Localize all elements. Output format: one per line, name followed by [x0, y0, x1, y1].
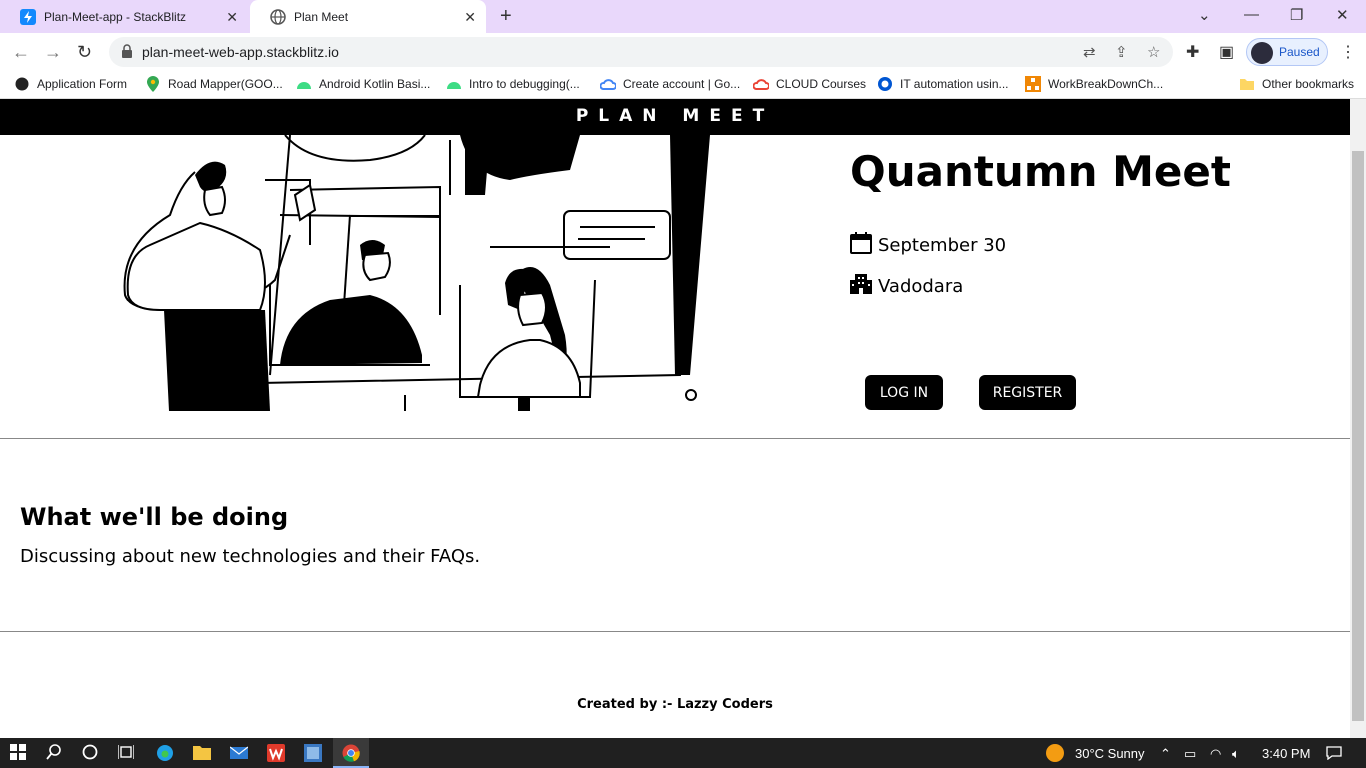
login-button[interactable]: LOG IN: [865, 375, 943, 410]
address-bar[interactable]: plan-meet-web-app.stackblitz.io ⇄ ⇪ ☆: [109, 37, 1173, 67]
globe-icon: [14, 76, 30, 92]
bookmark-folder[interactable]: Other bookmarks: [1239, 76, 1354, 92]
share-icon[interactable]: ⇪: [1115, 43, 1128, 61]
bookmark-item[interactable]: WorkBreakDownCh...: [1025, 76, 1163, 92]
building-icon: [850, 274, 872, 299]
scrollbar-thumb[interactable]: [1352, 151, 1364, 721]
avatar: [1251, 42, 1273, 64]
tab-search-icon[interactable]: ⌄: [1198, 6, 1211, 24]
bookmark-item[interactable]: Create account | Go...: [600, 76, 740, 92]
menu-icon[interactable]: ⋮: [1340, 42, 1356, 62]
search-icon[interactable]: [46, 744, 62, 765]
weather-text[interactable]: 30°C Sunny: [1075, 746, 1145, 761]
section-heading: What we'll be doing: [20, 503, 289, 531]
url-text: plan-meet-web-app.stackblitz.io: [142, 44, 339, 60]
site-header: PLAN MEET: [0, 99, 1350, 135]
profile-button[interactable]: Paused: [1246, 38, 1328, 66]
register-button[interactable]: REGISTER: [979, 375, 1076, 410]
event-date-text: September 30: [878, 235, 1007, 256]
event-location-text: Vadodara: [878, 276, 964, 297]
restore-icon[interactable]: ❐: [1290, 6, 1303, 24]
footer-credit: Created by :- Lazzy Coders: [577, 697, 773, 712]
battery-icon[interactable]: ▭: [1184, 746, 1196, 762]
diagram-icon: [1025, 76, 1041, 92]
translate-icon[interactable]: ⇄: [1083, 43, 1096, 61]
android-icon: [446, 76, 462, 92]
volume-icon[interactable]: 🔈︎: [1232, 746, 1240, 762]
bookmark-item[interactable]: Intro to debugging(...: [446, 76, 580, 92]
event-date: September 30: [850, 232, 1006, 259]
page-content: PLAN MEET Quantumn Meet September 30 Vad…: [0, 99, 1350, 738]
google-cloud-icon: [600, 76, 616, 92]
profile-status: Paused: [1279, 45, 1320, 59]
hero-illustration: [110, 134, 730, 412]
windows-start-icon[interactable]: [10, 744, 26, 765]
task-view-icon[interactable]: [117, 744, 135, 765]
event-title: Quantumn Meet: [850, 147, 1231, 196]
cortana-icon[interactable]: [82, 744, 98, 765]
weather-sun-icon[interactable]: [1045, 743, 1065, 768]
google-cloud-icon: [753, 76, 769, 92]
divider: [0, 438, 1350, 439]
stackblitz-icon: [20, 8, 36, 25]
maps-pin-icon: [145, 76, 161, 92]
edge-icon[interactable]: [156, 744, 174, 767]
tab-title: Plan Meet: [294, 9, 349, 24]
back-icon[interactable]: ←: [12, 42, 30, 63]
wps-office-icon[interactable]: [267, 744, 285, 767]
mail-icon[interactable]: [229, 744, 249, 765]
clock-time[interactable]: 3:40 PM: [1262, 746, 1310, 761]
close-icon[interactable]: ✕: [226, 9, 238, 26]
divider: [0, 631, 1350, 632]
windows-taskbar: 30°C Sunny ⌃ ▭ ◠ 🔈︎ 3:40 PM: [0, 738, 1366, 768]
side-panel-icon[interactable]: ▣: [1219, 42, 1234, 62]
globe-icon: [270, 8, 286, 25]
bookmark-item[interactable]: Application Form: [14, 76, 127, 92]
notifications-icon[interactable]: [1326, 746, 1342, 763]
wifi-icon[interactable]: ◠: [1210, 746, 1221, 762]
tab-stackblitz[interactable]: Plan-Meet-app - StackBlitz ✕: [0, 0, 248, 33]
lock-icon: [121, 44, 133, 63]
section-description: Discussing about new technologies and th…: [20, 546, 481, 567]
bookmark-item[interactable]: Android Kotlin Basi...: [296, 76, 430, 92]
coursera-icon: [877, 76, 893, 92]
bookmark-star-icon[interactable]: ☆: [1147, 43, 1160, 61]
app-icon[interactable]: [304, 744, 322, 767]
brand-title: PLAN MEET: [575, 106, 775, 126]
chrome-icon[interactable]: [333, 738, 369, 768]
tab-title: Plan-Meet-app - StackBlitz: [44, 9, 187, 24]
new-tab-button[interactable]: +: [500, 5, 512, 28]
reload-icon[interactable]: ↻: [77, 42, 92, 63]
browser-toolbar: ← → ↻ plan-meet-web-app.stackblitz.io ⇄ …: [0, 33, 1366, 71]
tab-plan-meet[interactable]: Plan Meet ✕: [250, 0, 486, 33]
close-icon[interactable]: ✕: [464, 9, 476, 26]
event-location: Vadodara: [850, 274, 963, 299]
bookmark-item[interactable]: Road Mapper(GOO...: [145, 76, 283, 92]
extensions-icon[interactable]: ✚: [1186, 42, 1199, 62]
minimize-icon[interactable]: —: [1244, 6, 1259, 23]
bookmark-item[interactable]: IT automation usin...: [877, 76, 1009, 92]
tray-chevron-icon[interactable]: ⌃: [1160, 746, 1171, 762]
forward-icon[interactable]: →: [44, 42, 62, 63]
page-scrollbar[interactable]: [1350, 99, 1366, 738]
bookmarks-bar: Application Form Road Mapper(GOO... Andr…: [0, 71, 1366, 99]
window-close-icon[interactable]: ✕: [1336, 6, 1349, 24]
file-explorer-icon[interactable]: [193, 744, 211, 765]
bookmark-item[interactable]: CLOUD Courses: [753, 76, 866, 92]
tab-strip: Plan-Meet-app - StackBlitz ✕ Plan Meet ✕…: [0, 0, 1366, 33]
android-icon: [296, 76, 312, 92]
folder-icon: [1239, 76, 1255, 92]
calendar-icon: [850, 232, 872, 259]
